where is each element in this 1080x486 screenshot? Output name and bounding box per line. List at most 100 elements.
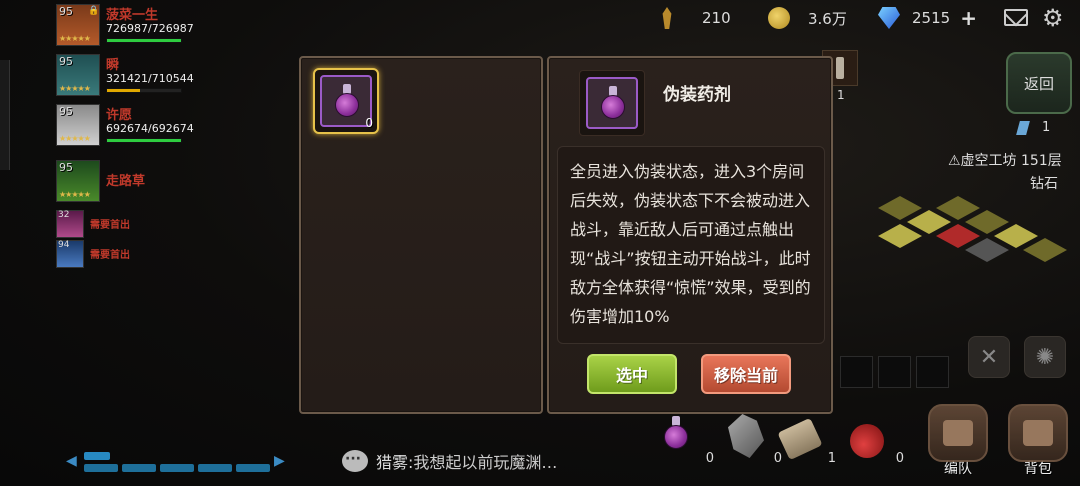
item-list-panel: 0 xyxy=(299,56,543,414)
arrow-right-icon[interactable]: ▶ xyxy=(274,453,285,469)
empty-slot[interactable] xyxy=(878,356,911,388)
gear-icon[interactable]: ⚙ xyxy=(1042,6,1064,30)
star-rating: ★★★★★ xyxy=(59,34,91,43)
remove-current-button[interactable]: 移除当前 xyxy=(701,354,791,394)
item-name: 伪装药剂 xyxy=(663,85,731,105)
member-name: 瞬 xyxy=(106,58,120,73)
minimap[interactable] xyxy=(870,190,1070,280)
item-qty: 0 xyxy=(705,451,714,466)
map-tile xyxy=(878,196,922,220)
bag-icon xyxy=(1008,404,1068,462)
item-count: 0 xyxy=(365,116,373,130)
current-room-tile xyxy=(936,224,980,248)
bag-button[interactable]: 背包 xyxy=(1004,404,1072,480)
potion-icon xyxy=(333,84,361,120)
hp-text: 321421/710544 xyxy=(106,72,194,85)
status-label: 需要首出 xyxy=(90,220,130,231)
plus-icon[interactable]: + xyxy=(960,6,977,30)
page-seg xyxy=(84,452,110,460)
party-member[interactable]: 95 ★★★★★ 瞬 321421/710544 xyxy=(56,54,256,104)
resource-bar: 210 3.6万 2515 + ⚙ xyxy=(650,6,1075,32)
level-label: 94 xyxy=(58,240,70,250)
party-member-small[interactable]: 32 需要首出 xyxy=(56,210,256,240)
chat-message: 我想起以前玩魔渊… xyxy=(413,453,558,472)
page-seg xyxy=(160,464,194,472)
team-button[interactable]: 编队 xyxy=(924,404,992,480)
crystal-counter: 1 xyxy=(1016,120,1051,135)
party-member[interactable]: 95 ★★★★★ 走路草 xyxy=(56,160,256,210)
gold-resource: 3.6万 xyxy=(768,6,847,30)
floor-label: ⚠虚空工坊 151层 xyxy=(948,153,1062,169)
wheat-count: 210 xyxy=(702,9,731,27)
empty-slot[interactable] xyxy=(916,356,949,388)
hp-text: 692674/692674 xyxy=(106,122,194,135)
hp-bar xyxy=(106,138,182,143)
item-qty: 0 xyxy=(895,451,904,466)
map-tile xyxy=(907,210,951,234)
lock-icon: 🔒 xyxy=(88,6,100,16)
map-tile xyxy=(994,224,1038,248)
crystal-count: 1 xyxy=(1042,120,1051,135)
level-label: 95 xyxy=(59,161,73,174)
star-rating: ★★★★★ xyxy=(59,84,91,93)
scroll-icon xyxy=(777,417,823,461)
page-seg xyxy=(236,464,270,472)
chat-icon xyxy=(342,450,368,472)
item-description: 全员进入伪装状态，进入3个房间后失效，伪装状态下不会被动进入战斗，靠近敌人后可通… xyxy=(557,146,825,344)
page-seg xyxy=(198,464,232,472)
map-tile xyxy=(965,210,1009,234)
item-frame xyxy=(586,77,638,129)
hp-bar xyxy=(106,88,182,93)
bomb-item[interactable]: 0 xyxy=(844,410,904,470)
back-button[interactable]: 返回 xyxy=(1006,52,1072,114)
stone-item[interactable]: 0 xyxy=(722,410,782,470)
potion-icon xyxy=(662,416,690,452)
wheat-icon xyxy=(662,7,672,29)
map-tile xyxy=(878,224,922,248)
level-label: 32 xyxy=(58,210,70,220)
star-rating: ★★★★★ xyxy=(59,134,91,143)
side-tab[interactable] xyxy=(0,60,10,170)
item-slot-selected[interactable]: 0 xyxy=(313,68,379,134)
empty-slot[interactable] xyxy=(840,356,873,388)
star-rating: ★★★★★ xyxy=(59,190,91,199)
potion-icon xyxy=(599,86,627,122)
party-member[interactable]: 95 🔒 ★★★★★ 菠菜一生 726987/726987 xyxy=(56,4,256,54)
bomb-icon xyxy=(850,424,884,458)
map-tile xyxy=(1023,238,1067,262)
scroll-item[interactable]: 1 xyxy=(776,410,836,470)
page-seg xyxy=(122,464,156,472)
stone-icon xyxy=(728,414,764,458)
item-detail-panel: 伪装药剂 全员进入伪装状态，进入3个房间后失效，伪装状态下不会被动进入战斗，靠近… xyxy=(547,56,833,414)
lightbulb-icon[interactable]: ✺ xyxy=(1024,336,1066,378)
mail-icon[interactable] xyxy=(1004,9,1028,26)
party-member[interactable]: 95 ★★★★★ 许愿 692674/692674 xyxy=(56,104,256,154)
status-label: 需要首出 xyxy=(90,250,130,261)
gold-count: 3.6万 xyxy=(808,9,847,28)
map-tile xyxy=(965,238,1009,262)
diamond-icon xyxy=(878,7,900,29)
hp-text: 726987/726987 xyxy=(106,22,194,35)
item-detail-icon xyxy=(579,70,645,136)
chat-bar[interactable]: 猎雾: 我想起以前玩魔渊… xyxy=(342,449,557,473)
torch-icon xyxy=(836,57,844,79)
member-name: 许愿 xyxy=(106,108,133,123)
page-seg xyxy=(84,464,118,472)
party-member-small[interactable]: 94 需要首出 xyxy=(56,240,256,270)
potion-item[interactable]: 0 xyxy=(654,410,714,470)
coin-icon xyxy=(768,7,790,29)
select-button[interactable]: 选中 xyxy=(587,354,677,394)
diamond-count: 2515 xyxy=(912,9,951,27)
torch-count: 1 xyxy=(837,88,845,102)
skill-slots xyxy=(840,356,949,388)
diamond-resource: 2515 + xyxy=(878,6,977,30)
party-list: 95 🔒 ★★★★★ 菠菜一生 726987/726987 95 ★★★★★ 瞬… xyxy=(56,4,256,270)
crystal-icon xyxy=(1016,120,1030,135)
level-label: 95 xyxy=(59,105,73,118)
arrow-left-icon[interactable]: ◀ xyxy=(66,453,77,469)
hp-bar xyxy=(106,38,182,43)
member-name: 菠菜一生 xyxy=(106,8,159,23)
team-icon xyxy=(928,404,988,462)
map-tile xyxy=(936,196,980,220)
map-toggle-button[interactable]: ✕ xyxy=(968,336,1010,378)
